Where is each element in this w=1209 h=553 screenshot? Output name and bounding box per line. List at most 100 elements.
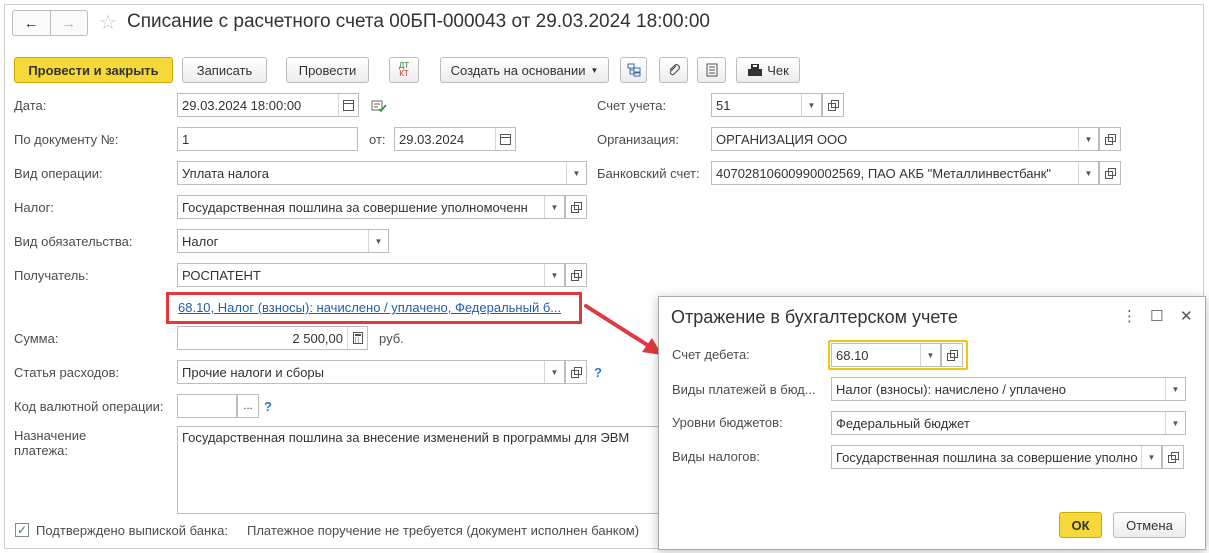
tax-kinds-label: Виды налогов: bbox=[672, 449, 761, 464]
account-select[interactable]: 51 ▼ bbox=[711, 93, 822, 117]
bank-account-label: Банковский счет: bbox=[597, 166, 700, 181]
calendar-button[interactable] bbox=[495, 128, 515, 150]
tax-kinds-select[interactable]: Государственная пошлина за совершение уп… bbox=[831, 445, 1162, 469]
save-button[interactable]: Записать bbox=[182, 57, 267, 83]
open-icon bbox=[947, 350, 958, 361]
dt-kt-icon: ДТ КТ bbox=[399, 62, 409, 78]
calendar-icon bbox=[500, 133, 511, 145]
open-recipient-button[interactable] bbox=[565, 263, 587, 287]
calendar-button[interactable] bbox=[338, 94, 358, 116]
chevron-down-icon[interactable]: ▼ bbox=[566, 162, 586, 184]
help-icon[interactable]: ? bbox=[264, 399, 272, 414]
open-account-button[interactable] bbox=[822, 93, 844, 117]
account-value: 51 bbox=[716, 97, 731, 113]
date-field[interactable]: 29.03.2024 18:00:00 bbox=[177, 93, 359, 117]
cancel-button[interactable]: Отмена bbox=[1113, 512, 1186, 538]
chevron-down-icon[interactable]: ▼ bbox=[1141, 446, 1161, 468]
receipt-button[interactable]: Чек bbox=[736, 57, 800, 83]
receipt-label: Чек bbox=[767, 62, 789, 78]
arrow-left-icon: ← bbox=[23, 14, 39, 32]
chevron-down-icon[interactable]: ▼ bbox=[544, 264, 564, 286]
calculator-button[interactable] bbox=[347, 327, 367, 349]
expense-item-value: Прочие налоги и сборы bbox=[182, 364, 325, 380]
doc-number-field[interactable]: 1 bbox=[177, 127, 358, 151]
organization-select[interactable]: ОРГАНИЗАЦИЯ ООО ▼ bbox=[711, 127, 1099, 151]
chevron-down-icon[interactable]: ▼ bbox=[1078, 162, 1098, 184]
currency-operation-field[interactable] bbox=[177, 394, 237, 418]
chevron-down-icon[interactable]: ▼ bbox=[1078, 128, 1098, 150]
bank-confirmed-checkbox[interactable]: ✓ bbox=[15, 523, 29, 537]
post-and-close-button[interactable]: Провести и закрыть bbox=[14, 57, 173, 83]
debit-account-select[interactable]: 68.10 ▼ bbox=[831, 343, 941, 367]
obligation-value: Налог bbox=[182, 233, 219, 249]
back-button[interactable]: ← bbox=[13, 11, 51, 35]
currency-operation-label: Код валютной операции: bbox=[14, 399, 164, 414]
maximize-icon[interactable]: ☐ bbox=[1150, 307, 1163, 325]
expense-item-select[interactable]: Прочие налоги и сборы ▼ bbox=[177, 360, 565, 384]
budget-levels-select[interactable]: Федеральный бюджет ▼ bbox=[831, 411, 1186, 435]
post-button[interactable]: Провести bbox=[286, 57, 369, 83]
chevron-down-icon[interactable]: ▼ bbox=[1165, 378, 1185, 400]
doc-number-value: 1 bbox=[182, 131, 190, 147]
chevron-down-icon[interactable]: ▼ bbox=[920, 344, 940, 366]
dialog-title: Отражение в бухгалтерском учете bbox=[671, 307, 958, 327]
open-organization-button[interactable] bbox=[1099, 127, 1121, 151]
calendar-icon bbox=[343, 99, 354, 111]
attach-button[interactable] bbox=[659, 57, 688, 83]
structure-icon bbox=[627, 63, 640, 77]
dt-kt-button[interactable]: ДТ КТ bbox=[389, 57, 419, 83]
recipient-label: Получатель: bbox=[14, 268, 89, 283]
tax-select[interactable]: Государственная пошлина за совершение уп… bbox=[177, 195, 565, 219]
amount-field[interactable]: 2 500,00 bbox=[177, 326, 368, 350]
purpose-textarea[interactable]: Государственная пошлина за внесение изме… bbox=[177, 426, 677, 514]
open-debit-account-button[interactable] bbox=[941, 343, 963, 367]
help-icon[interactable]: ? bbox=[594, 365, 602, 380]
navigation-group: ← → bbox=[12, 10, 88, 36]
create-based-label: Создать на основании bbox=[450, 62, 586, 78]
open-bank-account-button[interactable] bbox=[1099, 161, 1121, 185]
ok-button[interactable]: ОК bbox=[1059, 512, 1102, 538]
bank-account-select[interactable]: 40702810600990002569, ПАО АКБ "Металлинв… bbox=[711, 161, 1099, 185]
payment-kinds-select[interactable]: Налог (взносы): начислено / уплачено ▼ bbox=[831, 377, 1186, 401]
more-options-icon[interactable]: ⋮ bbox=[1122, 307, 1137, 325]
chevron-down-icon[interactable]: ▼ bbox=[544, 361, 564, 383]
arrow-right-icon: → bbox=[61, 14, 77, 32]
favorite-star-icon[interactable]: ☆ bbox=[99, 10, 117, 35]
highlight-box bbox=[166, 292, 582, 324]
chevron-down-icon[interactable]: ▼ bbox=[1165, 412, 1185, 434]
tax-kinds-value: Государственная пошлина за совершение уп… bbox=[836, 449, 1138, 465]
create-based-on-button[interactable]: Создать на основании ▼ bbox=[440, 57, 609, 83]
obligation-select[interactable]: Налог ▼ bbox=[177, 229, 389, 253]
payment-kinds-value: Налог (взносы): начислено / уплачено bbox=[836, 381, 1066, 397]
open-tax-button[interactable] bbox=[565, 195, 587, 219]
dropdown-arrow-icon: ▼ bbox=[590, 65, 599, 75]
chevron-down-icon[interactable]: ▼ bbox=[801, 94, 821, 116]
debit-account-value: 68.10 bbox=[836, 347, 869, 363]
forward-button[interactable]: → bbox=[51, 11, 88, 35]
operation-type-select[interactable]: Уплата налога ▼ bbox=[177, 161, 587, 185]
chevron-down-icon[interactable]: ▼ bbox=[544, 196, 564, 218]
currency-label: руб. bbox=[379, 331, 404, 346]
from-date-field[interactable]: 29.03.2024 bbox=[394, 127, 516, 151]
close-icon[interactable]: ✕ bbox=[1180, 307, 1193, 325]
purpose-label-line2: платежа: bbox=[14, 443, 68, 458]
cash-register-icon bbox=[748, 64, 763, 76]
paperclip-icon bbox=[669, 64, 680, 76]
recipient-select[interactable]: РОСПАТЕНТ ▼ bbox=[177, 263, 565, 287]
chevron-down-icon[interactable]: ▼ bbox=[368, 230, 388, 252]
open-icon bbox=[1168, 452, 1179, 463]
amount-value: 2 500,00 bbox=[292, 330, 343, 346]
document-checked-icon[interactable] bbox=[371, 99, 387, 113]
report-button[interactable] bbox=[697, 57, 726, 83]
from-label: от: bbox=[369, 132, 386, 147]
document-list-icon bbox=[706, 63, 717, 77]
debit-account-label: Счет дебета: bbox=[672, 347, 750, 362]
structure-icon-button[interactable] bbox=[620, 57, 647, 83]
open-icon bbox=[571, 367, 582, 378]
select-currency-op-button[interactable]: ... bbox=[237, 394, 259, 418]
accounting-reflection-dialog: Отражение в бухгалтерском учете ⋮ ☐ ✕ Сч… bbox=[658, 296, 1206, 550]
bank-confirmed-label: Подтверждено выпиской банка: bbox=[36, 523, 228, 538]
open-tax-kinds-button[interactable] bbox=[1162, 445, 1184, 469]
open-expense-button[interactable] bbox=[565, 360, 587, 384]
open-icon bbox=[571, 270, 582, 281]
